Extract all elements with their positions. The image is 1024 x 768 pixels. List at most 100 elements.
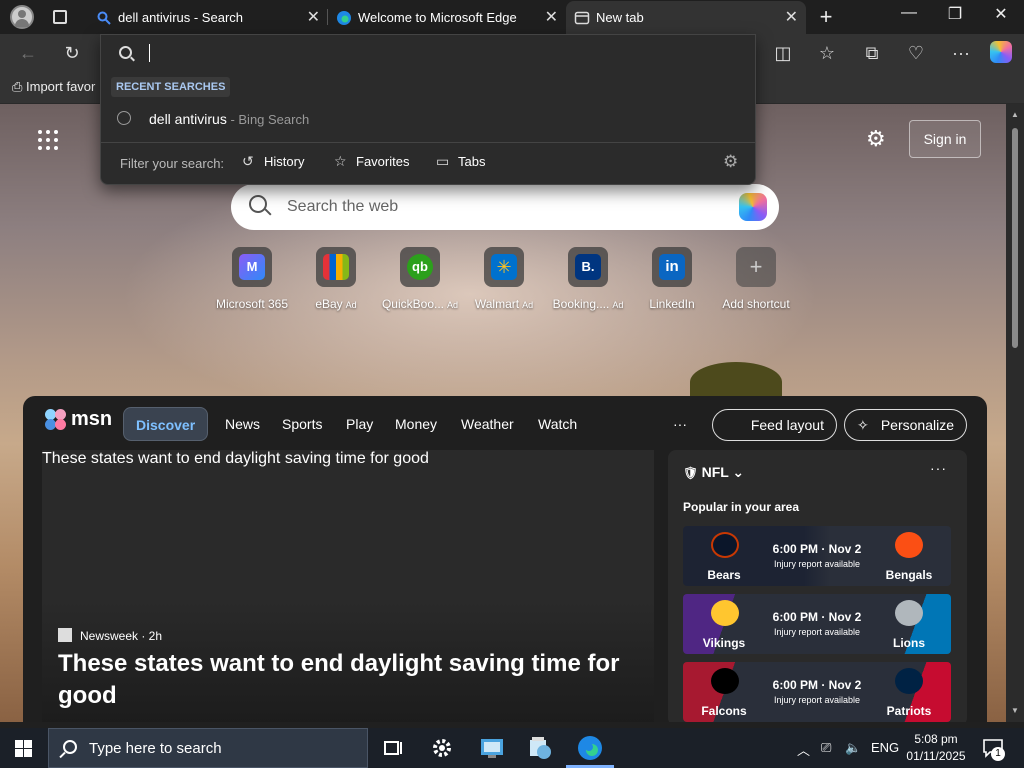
shortcut-ebay[interactable]: eBay Ad [292, 247, 380, 311]
tab-actions-icon[interactable] [50, 7, 70, 27]
msn-butterfly-icon [45, 409, 67, 431]
game-card[interactable]: Falcons 6:00 PM · Nov 2 Injury report av… [683, 662, 951, 722]
show-hidden-icons-icon[interactable]: ︿ [797, 740, 810, 759]
windows-taskbar: Type here to search ︿ ⎚ 🔈 ENG 5:08 pm 01… [0, 728, 1024, 768]
filter-favorites-button[interactable]: ☆ Favorites [332, 150, 409, 174]
shortcut-booking[interactable]: B. Booking.... Ad [544, 247, 632, 311]
language-indicator[interactable]: ENG [871, 740, 899, 755]
browser-essentials-icon[interactable]: ♡ [905, 42, 927, 64]
tab-new-tab[interactable]: New tab ✕ [566, 1, 806, 34]
edge-icon [337, 11, 351, 25]
taskbar-search-placeholder: Type here to search [89, 740, 222, 757]
new-tab-page: ⚙ Sign in Search the web M Microsoft 365… [0, 104, 1006, 722]
maximize-button[interactable]: ❐ [940, 4, 970, 24]
bing-search-icon [97, 11, 111, 25]
new-tab-button[interactable]: + [814, 4, 838, 30]
import-favorites-link[interactable]: ⎙ Import favor [12, 79, 95, 95]
shortcut-linkedin[interactable]: in LinkedIn [628, 247, 716, 311]
address-input-caret[interactable] [149, 44, 150, 62]
network-icon[interactable]: ⎚ [821, 740, 831, 756]
tab-bar: dell antivirus - Search ✕ Welcome to Mic… [0, 0, 1024, 34]
collections-icon[interactable]: ⧉ [861, 42, 883, 64]
settings-gear-icon[interactable] [428, 734, 456, 762]
scroll-up-icon[interactable]: ▲ [1011, 110, 1019, 119]
nav-weather[interactable]: Weather [461, 407, 514, 441]
taskbar-clock[interactable]: 5:08 pm 01/11/2025 [900, 731, 972, 765]
game-card[interactable]: Bears 6:00 PM · Nov 2 Injury report avai… [683, 526, 951, 586]
microsoft-365-icon: M [239, 254, 265, 280]
tab-close-icon[interactable]: ✕ [307, 1, 320, 34]
tabs-icon: ▭ [436, 153, 450, 169]
personalize-button[interactable]: ✧ Personalize [844, 409, 967, 441]
nav-news[interactable]: News [225, 407, 260, 441]
filter-history-button[interactable]: ↺ History [240, 150, 304, 174]
copilot-icon[interactable] [990, 41, 1012, 63]
volume-muted-icon[interactable]: 🔈 [845, 740, 861, 756]
clock-time: 5:08 pm [914, 732, 958, 746]
tab-close-icon[interactable]: ✕ [785, 1, 798, 34]
game-card[interactable]: Vikings 6:00 PM · Nov 2 Injury report av… [683, 594, 951, 654]
split-screen-icon[interactable]: ◫ [772, 42, 794, 64]
page-scrollbar[interactable]: ▲ ▼ [1006, 104, 1024, 722]
shortcut-walmart[interactable]: ✳ Walmart Ad [460, 247, 548, 311]
sign-in-button[interactable]: Sign in [909, 120, 981, 158]
scroll-down-icon[interactable]: ▼ [1011, 706, 1019, 715]
recent-query: dell antivirus [149, 111, 227, 127]
notification-center-icon[interactable]: 1 [982, 738, 1005, 761]
nfl-shield-icon: 🛡 [683, 466, 702, 480]
profile-avatar-icon[interactable] [10, 5, 34, 29]
nav-play[interactable]: Play [346, 407, 373, 441]
control-panel-icon[interactable] [478, 734, 506, 762]
shortcut-microsoft-365[interactable]: M Microsoft 365 [208, 247, 296, 311]
edge-taskbar-icon[interactable] [566, 734, 614, 768]
back-button[interactable]: ← [17, 42, 39, 64]
close-window-button[interactable]: ✕ [986, 4, 1016, 24]
sports-card: 🛡 NFL ⌄ ··· Popular in your area Bears 6… [668, 450, 967, 722]
app-launcher-icon[interactable] [38, 130, 58, 150]
injury-note: Injury report available [773, 559, 861, 569]
dropdown-settings-gear-icon[interactable]: ⚙ [723, 152, 738, 172]
falcons-logo-icon [711, 668, 739, 694]
scrollbar-thumb[interactable] [1012, 128, 1018, 348]
msn-logo[interactable]: msn [43, 406, 113, 436]
sports-more-icon[interactable]: ··· [930, 460, 947, 476]
task-view-icon[interactable] [380, 734, 408, 762]
linkedin-icon: in [659, 254, 685, 280]
refresh-button[interactable]: ↻ [61, 42, 83, 64]
home-team: Bears [707, 568, 741, 582]
patriots-logo-icon [895, 668, 923, 694]
favorites-star-icon[interactable]: ☆ [816, 42, 838, 64]
recent-search-item[interactable]: dell antivirus - Bing Search [101, 105, 755, 135]
article-headline[interactable]: These states want to end daylight saving… [58, 648, 638, 712]
tab-close-icon[interactable]: ✕ [545, 1, 558, 34]
walmart-icon: ✳ [491, 254, 517, 280]
nav-money[interactable]: Money [395, 407, 437, 441]
taskbar-search-box[interactable]: Type here to search [48, 728, 368, 768]
minimize-button[interactable]: — [894, 4, 924, 22]
star-icon: ☆ [334, 153, 347, 169]
nav-more-icon[interactable]: ··· [673, 407, 687, 441]
nav-discover[interactable]: Discover [123, 407, 209, 441]
filter-label: Filter your search: [120, 156, 225, 171]
quick-links: M Microsoft 365 eBay Ad qb QuickBoo... Ad … [208, 247, 808, 317]
tab-title: Welcome to Microsoft Edge [358, 10, 517, 25]
more-menu-icon[interactable]: ··· [950, 42, 972, 64]
page-settings-gear-icon[interactable]: ⚙ [866, 126, 886, 152]
copilot-search-icon[interactable] [739, 193, 767, 221]
windows-start-icon[interactable] [15, 740, 32, 757]
web-search-box[interactable]: Search the web [231, 184, 779, 230]
shortcut-add[interactable]: + Add shortcut [712, 247, 800, 311]
away-team: Lions [893, 636, 925, 650]
league-selector[interactable]: 🛡 NFL ⌄ [683, 464, 744, 481]
recent-query-source: - Bing Search [226, 112, 310, 127]
feed-layout-button[interactable]: Feed layout [712, 409, 837, 441]
tab-welcome-edge[interactable]: Welcome to Microsoft Edge ✕ [328, 1, 566, 34]
nav-sports[interactable]: Sports [282, 407, 322, 441]
away-team: Patriots [886, 704, 932, 718]
system-tools-icon[interactable] [526, 734, 554, 762]
filter-tabs-button[interactable]: ▭ Tabs [434, 150, 485, 174]
hero-article[interactable]: These states want to end daylight saving… [42, 450, 654, 722]
shortcut-quickbooks[interactable]: qb QuickBoo... Ad [376, 247, 464, 311]
nav-watch[interactable]: Watch [538, 407, 577, 441]
tab-dell-antivirus[interactable]: dell antivirus - Search ✕ [88, 1, 328, 34]
